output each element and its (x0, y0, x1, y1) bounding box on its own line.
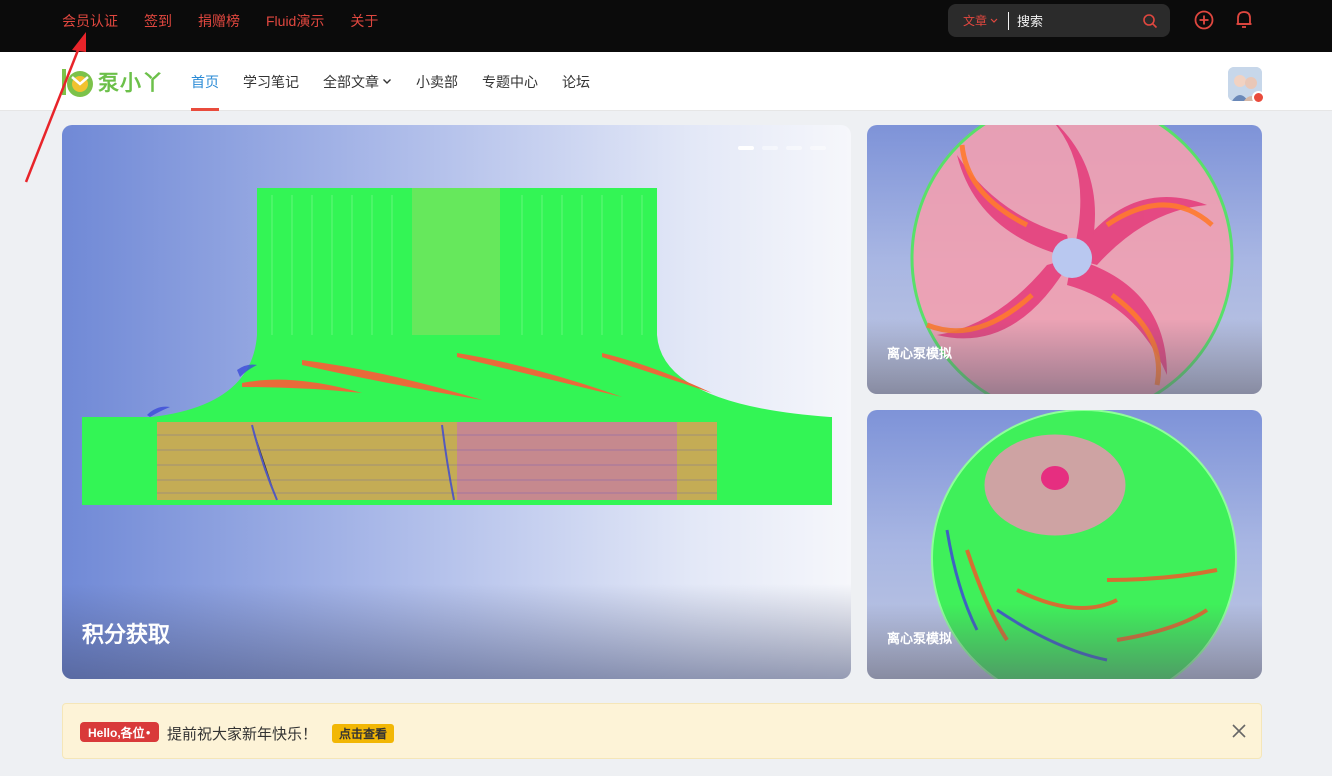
carousel-dot[interactable] (810, 146, 826, 150)
close-icon[interactable] (1231, 723, 1247, 739)
verified-badge-icon (1252, 91, 1265, 104)
feature-card[interactable]: 离心泵模拟 (867, 410, 1262, 679)
bell-icon[interactable] (1233, 8, 1255, 30)
top-link-checkin[interactable]: 签到 (144, 11, 172, 31)
top-link-donation[interactable]: 捐赠榜 (198, 11, 240, 31)
plus-icon[interactable] (1193, 9, 1215, 31)
notice-view-button[interactable]: 点击查看 (332, 724, 395, 743)
notice-text: 提前祝大家新年快乐！ (167, 726, 318, 743)
carousel-dot[interactable] (786, 146, 802, 150)
nav-shop[interactable]: 小卖部 (416, 52, 458, 111)
notice-bar: Hello,各位 ● 提前祝大家新年快乐！ 点击查看 (62, 703, 1262, 759)
hero-carousel[interactable]: 积分获取 (62, 125, 851, 679)
nav-forum[interactable]: 论坛 (562, 52, 590, 111)
chevron-down-icon (383, 79, 391, 84)
nav-home-label: 首页 (191, 73, 219, 90)
card-caption[interactable]: 离心泵模拟 (887, 343, 952, 362)
nav-study-notes-label: 学习笔记 (243, 73, 299, 90)
main-nav: 首页 学习笔记 全部文章 小卖部 专题中心 论坛 (191, 52, 614, 111)
top-link-fluid-demo[interactable]: Fluid演示 (266, 11, 324, 31)
logo-text: 泵小丫 (98, 72, 164, 95)
carousel-caption[interactable]: 积分获取 (82, 617, 170, 649)
nav-home[interactable]: 首页 (191, 52, 219, 111)
search-divider (1008, 11, 1010, 30)
hello-badge-label: Hello,各位 (88, 725, 145, 740)
search-type-label: 文章 (963, 14, 988, 28)
feature-card[interactable]: 离心泵模拟 (867, 125, 1262, 394)
top-link-about[interactable]: 关于 (350, 11, 378, 31)
nav-all-articles[interactable]: 全部文章 (323, 52, 392, 111)
carousel-indicators (738, 146, 826, 150)
nav-study-notes[interactable]: 学习笔记 (243, 52, 299, 111)
chevron-down-icon (990, 18, 998, 23)
carousel-dot[interactable] (762, 146, 778, 150)
hello-badge: Hello,各位 ● (80, 722, 159, 742)
annotation-arrow-icon (24, 32, 86, 183)
nav-all-articles-label: 全部文章 (323, 73, 379, 90)
carousel-dot[interactable] (738, 146, 754, 150)
top-bar: 会员认证 签到 捐赠榜 Fluid演示 关于 文章 搜索 (0, 0, 1332, 52)
card-caption[interactable]: 离心泵模拟 (887, 628, 952, 647)
search-type-select[interactable]: 文章 (963, 12, 998, 29)
nav-topics-label: 专题中心 (482, 73, 538, 90)
search-box: 文章 搜索 (948, 4, 1170, 37)
nav-forum-label: 论坛 (562, 73, 590, 90)
nav-shop-label: 小卖部 (416, 73, 458, 90)
top-nav: 会员认证 签到 捐赠榜 Fluid演示 关于 (62, 0, 404, 42)
search-icon[interactable] (1142, 13, 1158, 29)
badge-dot-icon: ● (145, 727, 151, 737)
nav-topics[interactable]: 专题中心 (482, 52, 538, 111)
site-header: 泵小丫 首页 学习笔记 全部文章 小卖部 专题中心 论坛 (0, 52, 1332, 111)
top-link-membership[interactable]: 会员认证 (62, 11, 118, 31)
carousel-caption-shade (62, 584, 851, 679)
